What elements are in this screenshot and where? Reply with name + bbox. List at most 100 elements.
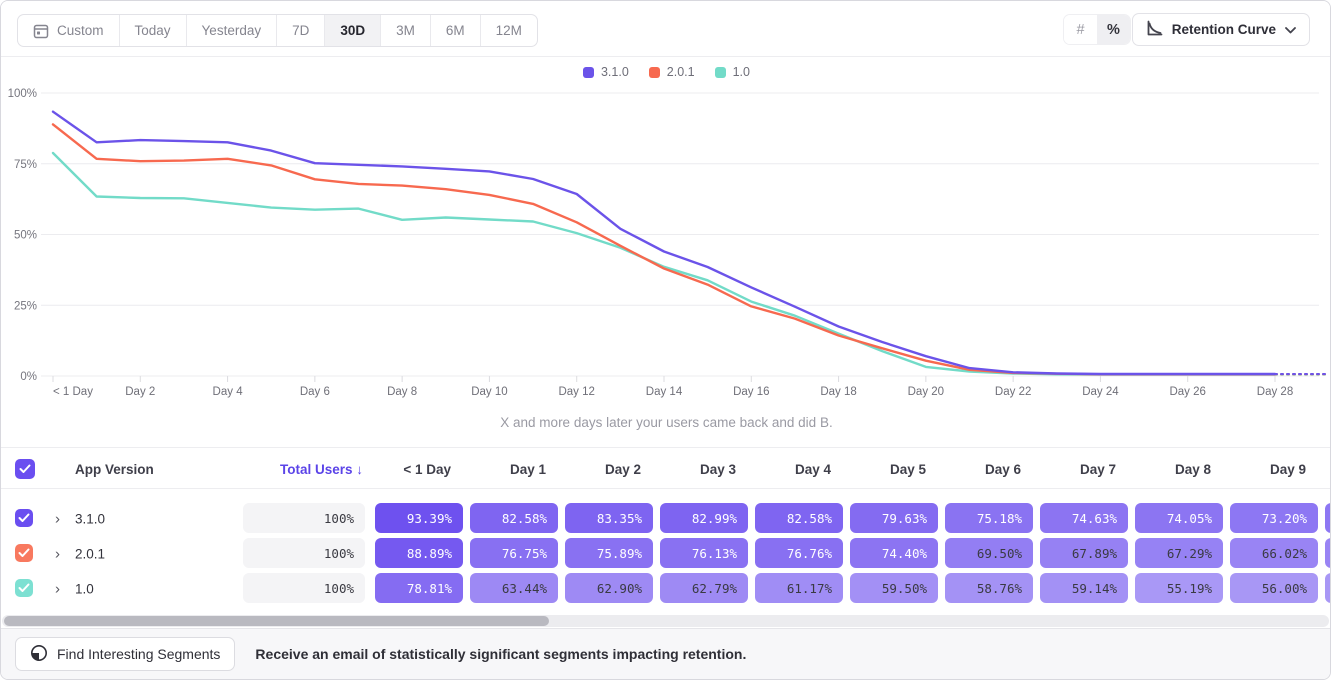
find-segments-label: Find Interesting Segments [57, 646, 220, 662]
expand-chevron-icon[interactable]: › [55, 580, 60, 597]
date-range-button-custom[interactable]: Custom [18, 15, 120, 46]
select-all-checkbox[interactable] [15, 459, 35, 479]
svg-text:0%: 0% [20, 371, 37, 383]
retention-cell-day-6: 69.50% [945, 538, 1033, 568]
retention-cell-day-7: 67.89% [1040, 538, 1128, 568]
svg-text:Day 16: Day 16 [733, 386, 769, 398]
svg-text:Day 28: Day 28 [1257, 386, 1293, 398]
retention-cell-day-3: 62.79% [660, 573, 748, 603]
total-users-cell: 100% [243, 538, 365, 568]
svg-text:Day 10: Day 10 [471, 386, 507, 398]
retention-cell-day-3: 76.13% [660, 538, 748, 568]
svg-text:Day 12: Day 12 [558, 386, 594, 398]
retention-cell-day-5: 59.50% [850, 573, 938, 603]
svg-text:Day 2: Day 2 [125, 386, 155, 398]
calendar-icon [33, 23, 49, 39]
app-version-label: 3.1.0 [75, 511, 105, 526]
retention-cell-day-4: 82.58% [755, 503, 843, 533]
absolute-numbers-toggle[interactable]: # [1064, 15, 1097, 44]
expand-chevron-icon[interactable]: › [55, 510, 60, 527]
retention-cell-day-9: 56.00% [1230, 573, 1318, 603]
column-header-day-4: Day 4 [795, 448, 831, 490]
column-header-day-7: Day 7 [1080, 448, 1116, 490]
date-range-button-3m[interactable]: 3M [381, 15, 431, 46]
horizontal-scrollbar-track[interactable] [2, 615, 1329, 627]
total-users-cell: 100% [243, 573, 365, 603]
date-range-button-7d[interactable]: 7D [277, 15, 325, 46]
retention-cell-day-1: 76.75% [470, 538, 558, 568]
retention-cell-day-5: 79.63% [850, 503, 938, 533]
retention-cell-day-1: 82.58% [470, 503, 558, 533]
svg-text:75%: 75% [14, 159, 37, 171]
retention-cell-day-7: 59.14% [1040, 573, 1128, 603]
column-header-day-0: < 1 Day [403, 448, 451, 490]
segments-pie-icon [30, 644, 48, 665]
retention-cell-day-2: 83.35% [565, 503, 653, 533]
date-range-segmented-control: CustomTodayYesterday7D30D3M6M12M [17, 14, 538, 47]
svg-text:Day 24: Day 24 [1082, 386, 1119, 398]
retention-cell-day-4: 61.17% [755, 573, 843, 603]
retention-cell-partial [1325, 503, 1331, 533]
chart-area: 3.1.02.0.11.0 0%25%50%75%100%< 1 DayDay … [1, 57, 1331, 447]
column-header-day-3: Day 3 [700, 448, 736, 490]
row-checkbox-3.1.0[interactable] [15, 509, 33, 527]
expand-chevron-icon[interactable]: › [55, 545, 60, 562]
retention-cell-day-0: 78.81% [375, 573, 463, 603]
horizontal-scrollbar-thumb[interactable] [4, 616, 549, 626]
chart-subtitle: X and more days later your users came ba… [1, 415, 1331, 430]
retention-report-panel: CustomTodayYesterday7D30D3M6M12M #% Rete… [0, 0, 1331, 680]
chart-type-dropdown[interactable]: Retention Curve [1132, 13, 1310, 46]
retention-cell-day-0: 88.89% [375, 538, 463, 568]
table-header-row: App Version Total Users ↓ < 1 DayDay 1Da… [1, 447, 1330, 489]
percent-toggle[interactable]: % [1097, 15, 1130, 44]
row-checkbox-2.0.1[interactable] [15, 544, 33, 562]
retention-cell-partial [1325, 538, 1331, 568]
date-range-button-30d[interactable]: 30D [325, 15, 381, 46]
app-version-label: 1.0 [75, 581, 94, 596]
table-row-3.1.0[interactable]: ›3.1.0100%93.39%82.58%83.35%82.99%82.58%… [1, 501, 1330, 536]
svg-text:50%: 50% [14, 230, 37, 242]
table-row-2.0.1[interactable]: › 2.0.1 100% 88.89%76.75%75.89%76.13%76.76%… [1, 536, 1330, 571]
row-checkbox-1.0[interactable] [15, 579, 33, 597]
toolbar: CustomTodayYesterday7D30D3M6M12M #% Rete… [1, 1, 1330, 57]
retention-cell-day-6: 75.18% [945, 503, 1033, 533]
retention-cell-day-5: 74.40% [850, 538, 938, 568]
svg-text:Day 14: Day 14 [646, 386, 683, 398]
retention-cell-day-8: 55.19% [1135, 573, 1223, 603]
retention-cell-day-6: 58.76% [945, 573, 1033, 603]
date-range-button-12m[interactable]: 12M [481, 15, 537, 46]
column-header-day-2: Day 2 [605, 448, 641, 490]
svg-text:Day 8: Day 8 [387, 386, 417, 398]
table-row-1.0[interactable]: ›1.0100%78.81%63.44%62.90%62.79%61.17%59… [1, 571, 1330, 606]
retention-cell-day-9: 73.20% [1230, 503, 1318, 533]
find-interesting-segments-button[interactable]: Find Interesting Segments [15, 637, 235, 671]
svg-text:Day 18: Day 18 [820, 386, 856, 398]
retention-cell-day-0: 93.39% [375, 503, 463, 533]
app-version-label: 2.0.1 [75, 546, 105, 561]
retention-cell-day-4: 76.76% [755, 538, 843, 568]
retention-cell-day-8: 74.05% [1135, 503, 1223, 533]
svg-text:Day 4: Day 4 [213, 386, 244, 398]
retention-cell-day-2: 62.90% [565, 573, 653, 603]
date-range-button-today[interactable]: Today [120, 15, 187, 46]
svg-text:25%: 25% [14, 300, 37, 312]
footer-bar: Find Interesting Segments Receive an ema… [1, 628, 1330, 679]
column-header-total-users[interactable]: Total Users ↓ [280, 448, 363, 490]
svg-text:Day 6: Day 6 [300, 386, 330, 398]
total-users-cell: 100% [243, 503, 365, 533]
chevron-down-icon [1285, 22, 1296, 37]
retention-cell-partial [1325, 573, 1331, 603]
date-range-button-yesterday[interactable]: Yesterday [187, 15, 278, 46]
retention-cell-day-2: 75.89% [565, 538, 653, 568]
date-range-button-6m[interactable]: 6M [431, 15, 481, 46]
retention-cell-day-8: 67.29% [1135, 538, 1223, 568]
column-header-day-1: Day 1 [510, 448, 546, 490]
retention-cell-day-7: 74.63% [1040, 503, 1128, 533]
column-header-day-6: Day 6 [985, 448, 1021, 490]
svg-text:Day 26: Day 26 [1169, 386, 1205, 398]
retention-cell-day-1: 63.44% [470, 573, 558, 603]
column-header-day-9: Day 9 [1270, 448, 1306, 490]
retention-curve-icon [1146, 20, 1163, 40]
footer-message: Receive an email of statistically signif… [255, 646, 746, 662]
retention-table: App Version Total Users ↓ < 1 DayDay 1Da… [1, 447, 1330, 614]
